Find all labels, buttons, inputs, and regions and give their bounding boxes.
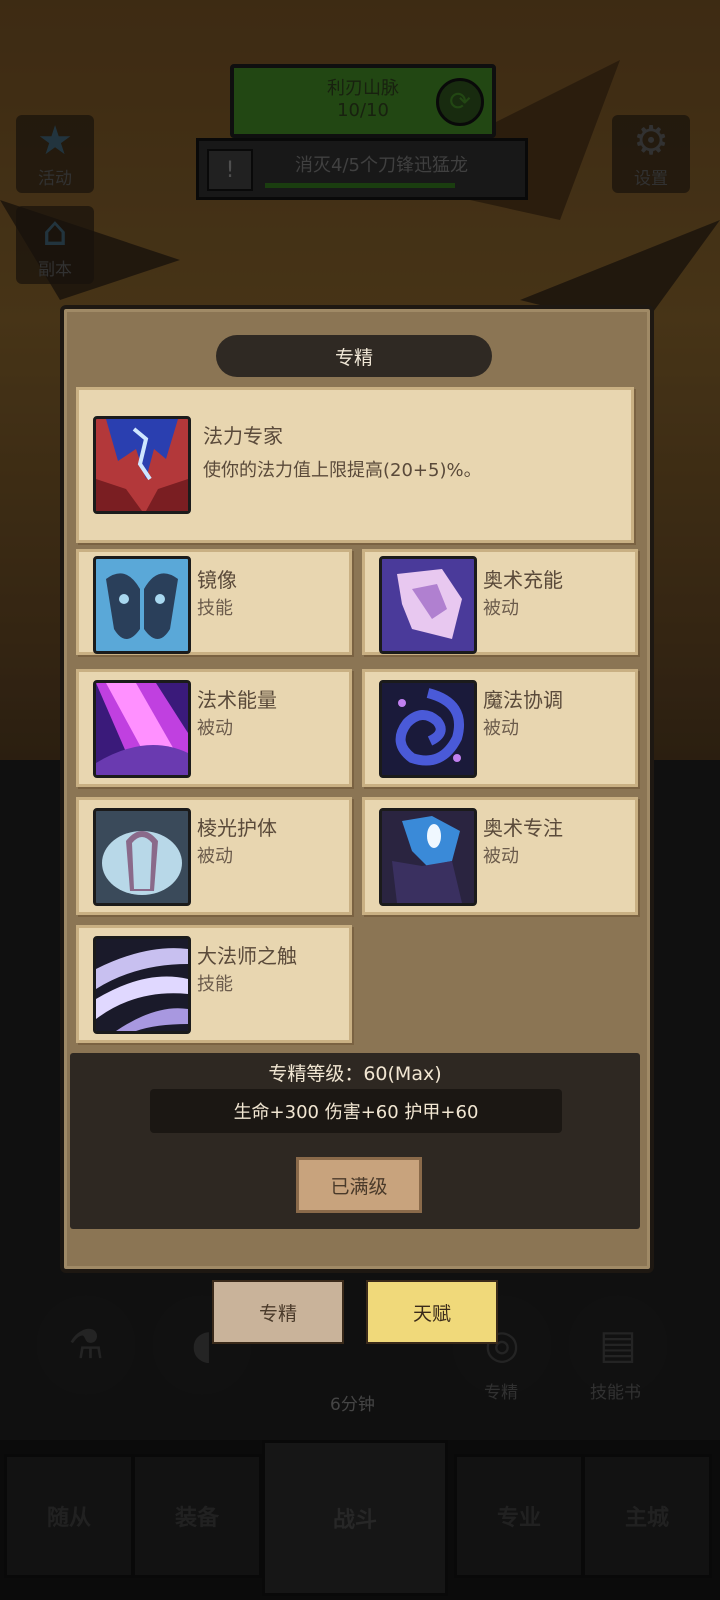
tab-specialization[interactable]: 专精: [212, 1280, 344, 1344]
featured-skill-desc: 使你的法力值上限提高(20+5)%。: [203, 460, 482, 481]
skill-name: 魔法协调: [483, 688, 563, 712]
specialization-modal: 专精 法力专家 使你的法力值上限提高(20+5)%。 镜像 技能 奥术充能 被动…: [60, 305, 654, 1273]
skill-card-prismatic-barrier[interactable]: 棱光护体 被动: [76, 797, 352, 915]
mana-expert-icon: [93, 416, 191, 514]
skill-card-magic-harmony[interactable]: 魔法协调 被动: [362, 669, 638, 787]
skill-type: 技能: [197, 598, 233, 619]
magic-harmony-icon: [379, 680, 477, 778]
featured-skill-card[interactable]: 法力专家 使你的法力值上限提高(20+5)%。: [76, 387, 634, 543]
tab-talent[interactable]: 天赋: [366, 1280, 498, 1344]
prismatic-barrier-icon: [93, 808, 191, 906]
skill-card-arcane-focus[interactable]: 奥术专注 被动: [362, 797, 638, 915]
skill-name: 棱光护体: [197, 816, 277, 840]
arcane-focus-icon: [379, 808, 477, 906]
skill-name: 镜像: [197, 568, 237, 592]
skill-type: 被动: [197, 718, 233, 739]
spec-info-panel: 专精等级：60(Max) 生命+300 伤害+60 护甲+60 已满级: [70, 1053, 640, 1229]
skill-type: 被动: [197, 846, 233, 867]
spec-stats: 生命+300 伤害+60 护甲+60: [150, 1089, 562, 1133]
skill-card-archmage-touch[interactable]: 大法师之触 技能: [76, 925, 352, 1043]
skill-name: 奥术专注: [483, 816, 563, 840]
mirror-image-icon: [93, 556, 191, 654]
featured-skill-name: 法力专家: [203, 424, 283, 448]
spell-power-icon: [93, 680, 191, 778]
skill-name: 大法师之触: [197, 944, 297, 968]
maxed-button[interactable]: 已满级: [296, 1157, 422, 1213]
skill-card-mirror-image[interactable]: 镜像 技能: [76, 549, 352, 655]
skill-name: 奥术充能: [483, 568, 563, 592]
skill-name: 法术能量: [197, 688, 277, 712]
skill-card-arcane-charge[interactable]: 奥术充能 被动: [362, 549, 638, 655]
arcane-charge-icon: [379, 556, 477, 654]
spec-level: 专精等级：60(Max): [268, 1063, 442, 1085]
skill-type: 被动: [483, 598, 519, 619]
skill-type: 技能: [197, 974, 233, 995]
skill-card-spell-power[interactable]: 法术能量 被动: [76, 669, 352, 787]
skill-type: 被动: [483, 846, 519, 867]
modal-title: 专精: [216, 335, 492, 377]
skill-type: 被动: [483, 718, 519, 739]
archmage-touch-icon: [93, 936, 191, 1034]
